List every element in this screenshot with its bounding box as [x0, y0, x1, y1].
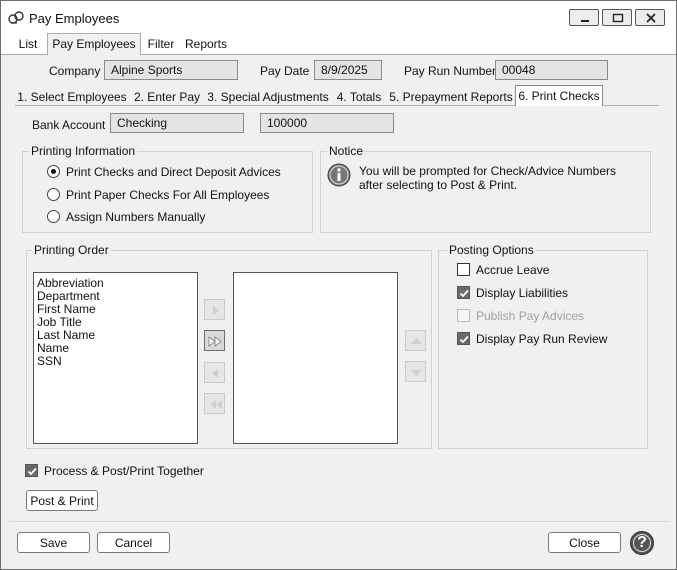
- list-item[interactable]: Job Title: [37, 315, 82, 329]
- save-button[interactable]: Save: [17, 532, 90, 553]
- checkmark-icon: [459, 289, 469, 298]
- list-item[interactable]: Last Name: [37, 328, 95, 342]
- pay-employees-window: Pay Employees List Pay Employees Filter …: [0, 0, 677, 570]
- pay-date-label: Pay Date: [260, 64, 310, 78]
- close-icon: [646, 13, 656, 23]
- bank-account-number-field: 100000: [260, 113, 394, 133]
- double-arrow-left-icon: [210, 400, 222, 409]
- bank-account-field[interactable]: Checking: [110, 113, 244, 133]
- help-button[interactable]: ?: [630, 531, 654, 555]
- available-fields-list[interactable]: Abbreviation Department First Name Job T…: [33, 272, 198, 444]
- arrow-right-icon: [213, 306, 219, 315]
- arrow-left-icon: [212, 369, 218, 378]
- checkmark-icon: [459, 335, 469, 344]
- cancel-button[interactable]: Cancel: [97, 532, 170, 553]
- arrow-up-icon: [411, 338, 422, 344]
- posting-options-group: [438, 250, 648, 449]
- display-pay-run-review-label: Display Pay Run Review: [476, 332, 608, 346]
- app-icon: [8, 11, 24, 24]
- title-bar: Pay Employees: [1, 1, 676, 34]
- tab-enter-pay[interactable]: 2. Enter Pay: [129, 88, 205, 106]
- posting-options-title: Posting Options: [447, 243, 536, 257]
- list-item[interactable]: First Name: [37, 302, 96, 316]
- accrue-leave-checkbox[interactable]: [457, 263, 470, 276]
- tab-list[interactable]: List: [9, 34, 47, 54]
- notice-line-1: You will be prompted for Check/Advice Nu…: [359, 164, 617, 178]
- help-ring: [633, 534, 651, 552]
- tab-print-checks[interactable]: 6. Print Checks: [515, 85, 603, 106]
- pay-run-number-label: Pay Run Number: [404, 64, 497, 78]
- move-down-button[interactable]: [405, 361, 426, 382]
- move-all-left-button[interactable]: [204, 393, 225, 414]
- close-button[interactable]: Close: [548, 532, 621, 553]
- notice-title: Notice: [327, 144, 366, 158]
- display-pay-run-review-checkbox[interactable]: [457, 332, 470, 345]
- list-item[interactable]: Abbreviation: [37, 276, 104, 290]
- info-icon: [327, 163, 351, 187]
- pay-run-number-field: 00048: [495, 60, 608, 80]
- accrue-leave-label: Accrue Leave: [476, 263, 550, 277]
- tab-pay-employees[interactable]: Pay Employees: [47, 33, 141, 55]
- tab-totals[interactable]: 4. Totals: [331, 88, 387, 106]
- tab-special-adjustments[interactable]: 3. Special Adjustments: [205, 88, 331, 106]
- display-liabilities-checkbox[interactable]: [457, 286, 470, 299]
- tab-prepayment-reports[interactable]: 5. Prepayment Reports: [387, 88, 515, 106]
- tab-divider: [141, 54, 676, 55]
- radio-label: Print Checks and Direct Deposit Advices: [66, 165, 281, 179]
- list-item[interactable]: Name: [37, 341, 69, 355]
- double-arrow-right-icon: [208, 336, 222, 347]
- checkmark-icon: [27, 467, 37, 476]
- company-label: Company: [49, 64, 101, 78]
- window-title: Pay Employees: [29, 11, 120, 26]
- menu-tab-bar: List Pay Employees Filter Reports: [1, 33, 676, 55]
- radio-print-checks-and-advices[interactable]: [47, 165, 60, 178]
- maximize-button[interactable]: [602, 9, 632, 26]
- radio-label: Assign Numbers Manually: [66, 210, 206, 224]
- move-up-button[interactable]: [405, 330, 426, 351]
- selected-fields-list[interactable]: [233, 272, 398, 444]
- arrow-down-icon: [411, 370, 422, 376]
- list-item[interactable]: SSN: [37, 354, 62, 368]
- radio-print-paper-checks[interactable]: [47, 188, 60, 201]
- company-field: Alpine Sports: [104, 60, 238, 80]
- process-post-print-together-label: Process & Post/Print Together: [44, 464, 204, 478]
- printing-information-title: Printing Information: [29, 144, 138, 158]
- step-tab-divider: [15, 105, 515, 106]
- minimize-icon: [581, 20, 589, 22]
- publish-pay-advices-checkbox[interactable]: [457, 309, 470, 322]
- minimize-button[interactable]: [569, 9, 599, 26]
- footer-divider: [9, 521, 669, 522]
- list-item[interactable]: Department: [37, 289, 100, 303]
- printing-order-title: Printing Order: [32, 243, 111, 257]
- display-liabilities-label: Display Liabilities: [476, 286, 569, 300]
- publish-pay-advices-label: Publish Pay Advices: [476, 309, 585, 323]
- post-print-button[interactable]: Post & Print: [26, 490, 98, 511]
- tab-reports[interactable]: Reports: [181, 34, 231, 54]
- maximize-icon: [612, 13, 624, 23]
- move-left-button[interactable]: [204, 362, 225, 383]
- tab-divider: [1, 54, 47, 55]
- step-tab-divider: [603, 105, 659, 106]
- tab-select-employees[interactable]: 1. Select Employees: [15, 88, 129, 106]
- pay-date-field: 8/9/2025: [314, 60, 382, 80]
- move-all-right-button[interactable]: [204, 330, 225, 351]
- notice-line-2: after selecting to Post & Print.: [359, 178, 518, 192]
- move-right-button[interactable]: [204, 299, 225, 320]
- radio-label: Print Paper Checks For All Employees: [66, 188, 270, 202]
- tab-filter[interactable]: Filter: [141, 34, 181, 54]
- bank-account-label: Bank Account: [32, 118, 106, 132]
- close-window-button[interactable]: [635, 9, 665, 26]
- radio-assign-numbers-manually[interactable]: [47, 210, 60, 223]
- process-post-print-together-checkbox[interactable]: [25, 464, 38, 477]
